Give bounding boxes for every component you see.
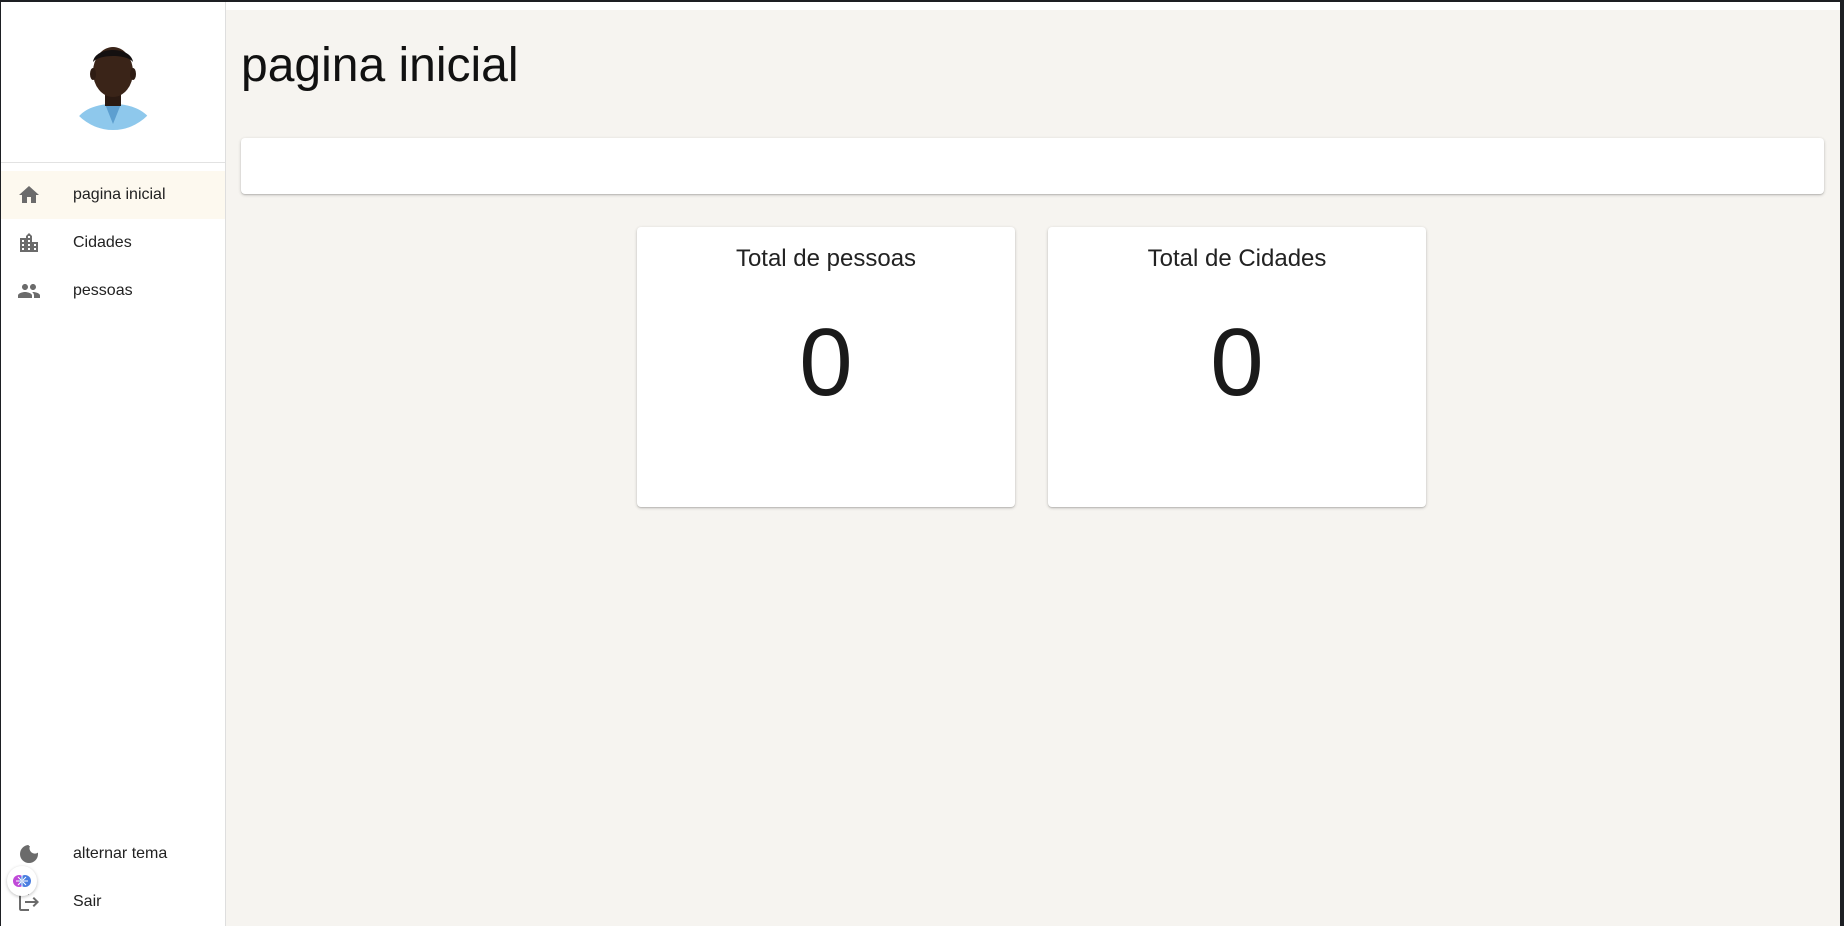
brain-icon xyxy=(13,875,31,887)
home-icon xyxy=(17,183,41,207)
toggle-theme-label: alternar tema xyxy=(73,845,168,862)
avatar[interactable] xyxy=(65,34,161,130)
sidebar-item-pagina-inicial[interactable]: pagina inicial xyxy=(1,171,225,219)
moon-icon xyxy=(17,842,41,866)
people-icon xyxy=(17,279,41,303)
app-window: pagina inicial Cidades pessoas alternar … xyxy=(1,2,1840,926)
sidebar: pagina inicial Cidades pessoas alternar … xyxy=(1,2,226,926)
sidebar-item-label: Cidades xyxy=(73,234,132,251)
stat-card-pessoas: Total de pessoas 0 xyxy=(637,227,1015,507)
card-value: 0 xyxy=(799,309,853,416)
logout-label: Sair xyxy=(73,893,102,910)
extension-badge[interactable] xyxy=(7,866,37,896)
card-title: Total de Cidades xyxy=(1147,245,1327,272)
city-icon xyxy=(17,231,41,255)
sidebar-item-pessoas[interactable]: pessoas xyxy=(1,267,225,315)
toolbar xyxy=(241,138,1824,194)
top-strip xyxy=(226,2,1840,10)
page-title: pagina inicial xyxy=(241,39,519,92)
card-value: 0 xyxy=(1210,309,1264,416)
main-content: pagina inicial Total de pessoas 0 Total … xyxy=(226,2,1840,926)
sidebar-item-label: pagina inicial xyxy=(73,186,166,203)
sidebar-item-cidades[interactable]: Cidades xyxy=(1,219,225,267)
avatar-section xyxy=(1,2,225,163)
main-nav: pagina inicial Cidades pessoas xyxy=(1,163,225,315)
avatar-photo xyxy=(65,34,161,130)
stat-card-cidades: Total de Cidades 0 xyxy=(1048,227,1426,507)
toggle-theme-button[interactable]: alternar tema xyxy=(1,830,225,878)
card-title: Total de pessoas xyxy=(735,245,917,272)
sidebar-item-label: pessoas xyxy=(73,282,133,299)
